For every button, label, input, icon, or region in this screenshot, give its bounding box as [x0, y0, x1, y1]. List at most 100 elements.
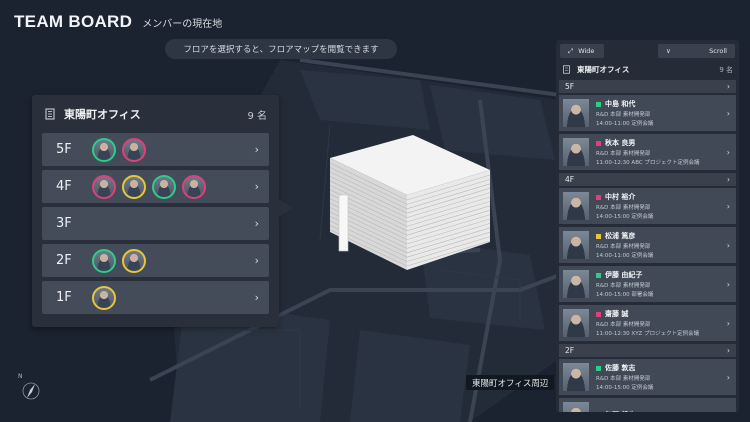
member-name: 齋藤 誠 [605, 310, 629, 318]
scroll-label: Scroll [709, 47, 727, 55]
compass-label: N [18, 373, 23, 380]
floor-row-1f[interactable]: 1F › [42, 281, 269, 314]
avatar[interactable] [92, 174, 116, 199]
member-info: 松浦 篤彦 R&D 本部 素材開発部 14:00-11:00 定例会議 [596, 231, 720, 259]
avatar[interactable] [92, 285, 116, 310]
member-department: R&D 本部 素材開発部 [596, 283, 651, 289]
member-department: R&D 本部 素材開発部 [596, 112, 651, 118]
floor-section-header[interactable]: 4F › [559, 173, 736, 186]
scroll-button[interactable]: ∨ Scroll [658, 44, 735, 58]
status-badge [596, 365, 601, 371]
member-schedule: 14:00-15:00 部署会議 [596, 292, 654, 298]
chevron-right-icon: › [726, 318, 730, 328]
member-info: 矢野 哲也 [596, 410, 720, 412]
member-photo [563, 99, 589, 127]
member-photo [563, 363, 589, 391]
member-list-panel: ⤢ Wide ∨ Scroll 東陽町オフィス 9 名 5F › 中島 和代 R&D … [556, 40, 739, 412]
member-photo [563, 192, 589, 220]
compass-icon: N [18, 373, 40, 400]
avatar[interactable] [152, 174, 176, 199]
avatar[interactable] [122, 137, 146, 162]
member-schedule: 14:00-11:00 定例会議 [596, 121, 654, 127]
status-badge [596, 233, 601, 239]
member-card[interactable]: 矢野 哲也 › [559, 398, 736, 412]
member-card[interactable]: 中島 和代 R&D 本部 素材開発部 14:00-11:00 定例会議 › [559, 95, 736, 131]
app-header: TEAM BOARD メンバーの現在地 [14, 12, 222, 32]
status-badge [596, 194, 601, 200]
member-department: R&D 本部 素材開発部 [596, 205, 651, 211]
floor-label: 5F [56, 142, 72, 157]
member-count: 9 名 [247, 110, 267, 122]
floor-row-4f[interactable]: 4F › [42, 170, 269, 203]
avatar[interactable] [122, 174, 146, 199]
floor-label: 4F [56, 179, 72, 194]
member-card[interactable]: 齋藤 誠 R&D 本部 素材開発部 11:00-12:30 XYZ プロジェクト定例… [559, 305, 736, 341]
office-name: 東陽町オフィス [64, 108, 141, 121]
member-info: 佐藤 敦志 R&D 本部 素材開発部 14:00-15:00 定例会議 [596, 363, 720, 391]
member-card[interactable]: 伊藤 由紀子 R&D 本部 素材開発部 14:00-15:00 部署会議 › [559, 266, 736, 302]
member-count: 9 名 [719, 65, 733, 74]
status-badge [596, 140, 601, 146]
member-name: 矢野 哲也 [605, 410, 635, 412]
member-info: 齋藤 誠 R&D 本部 素材開発部 11:00-12:30 XYZ プロジェクト定例… [596, 309, 720, 337]
member-card[interactable]: 秋本 良男 R&D 本部 素材開発部 11:00-12:30 ABC プロジェクト定… [559, 134, 736, 170]
member-name: 中村 裕介 [605, 193, 636, 201]
wide-button[interactable]: ⤢ Wide [560, 44, 604, 58]
status-badge [596, 101, 601, 107]
member-card[interactable]: 中村 裕介 R&D 本部 素材開発部 14:00-15:00 定例会議 › [559, 188, 736, 224]
floor-avatars [92, 248, 255, 273]
building-icon [563, 65, 570, 74]
chevron-right-icon: › [254, 291, 259, 304]
member-card[interactable]: 佐藤 敦志 R&D 本部 素材開発部 14:00-15:00 定例会議 › [559, 359, 736, 395]
member-schedule: 14:00-11:00 定例会議 [596, 253, 654, 259]
chevron-right-icon: › [727, 346, 730, 355]
floor-avatars [92, 137, 255, 162]
hint-banner: フロアを選択すると、フロアマップを閲覧できます [165, 39, 397, 59]
floor-row-5f[interactable]: 5F › [42, 133, 269, 166]
member-photo [563, 231, 589, 259]
member-department: R&D 本部 素材開発部 [596, 151, 651, 157]
floor-section-label: 2F [565, 346, 575, 355]
member-name: 秋本 良男 [605, 139, 636, 147]
app-title: TEAM BOARD [14, 12, 133, 31]
member-schedule: 11:00-12:30 XYZ プロジェクト定例会議 [596, 331, 700, 337]
member-department: R&D 本部 素材開発部 [596, 322, 651, 328]
floor-panel: 東陽町オフィス 9 名 5F › 4F › 3F › 2F › 1F › [32, 95, 293, 327]
member-schedule: 14:00-15:00 定例会議 [596, 385, 654, 391]
floor-avatars [92, 174, 255, 199]
member-list-header: 東陽町オフィス 9 名 [556, 61, 739, 78]
chevron-right-icon: › [726, 201, 730, 211]
floor-row-3f[interactable]: 3F › [42, 207, 269, 240]
member-name: 佐藤 敦志 [605, 364, 636, 372]
floor-label: 2F [56, 253, 72, 268]
wide-label: Wide [578, 47, 595, 55]
member-name: 伊藤 由紀子 [605, 271, 643, 279]
member-info: 秋本 良男 R&D 本部 素材開発部 11:00-12:30 ABC プロジェクト定… [596, 138, 720, 166]
member-photo [563, 270, 589, 298]
member-schedule: 14:00-15:00 定例会議 [596, 214, 654, 220]
floor-section-label: 4F [565, 175, 575, 184]
avatar[interactable] [92, 248, 116, 273]
avatar[interactable] [122, 248, 146, 273]
avatar[interactable] [182, 174, 206, 199]
member-photo [563, 138, 589, 166]
member-info: 中島 和代 R&D 本部 素材開発部 14:00-11:00 定例会議 [596, 99, 720, 127]
expand-icon: ⤢ [568, 46, 574, 55]
chevron-right-icon: › [726, 240, 730, 250]
floor-row-2f[interactable]: 2F › [42, 244, 269, 277]
floor-section-label: 5F [565, 82, 575, 91]
app-subtitle: メンバーの現在地 [142, 19, 223, 30]
avatar[interactable] [92, 137, 116, 162]
floor-section-header[interactable]: 2F › [559, 344, 736, 357]
area-label: 東陽町オフィス周辺 [466, 375, 555, 390]
floor-section-header[interactable]: 5F › [559, 80, 736, 93]
building-3d[interactable] [325, 130, 495, 275]
chevron-right-icon: › [727, 175, 730, 184]
member-info: 伊藤 由紀子 R&D 本部 素材開発部 14:00-15:00 部署会議 [596, 270, 720, 298]
chevron-right-icon: › [726, 108, 730, 118]
member-schedule: 11:00-12:30 ABC プロジェクト定例会議 [596, 160, 700, 166]
member-card[interactable]: 松浦 篤彦 R&D 本部 素材開発部 14:00-11:00 定例会議 › [559, 227, 736, 263]
building-icon [45, 108, 55, 120]
chevron-right-icon: › [254, 254, 259, 267]
chevron-down-icon: ∨ [666, 47, 671, 55]
